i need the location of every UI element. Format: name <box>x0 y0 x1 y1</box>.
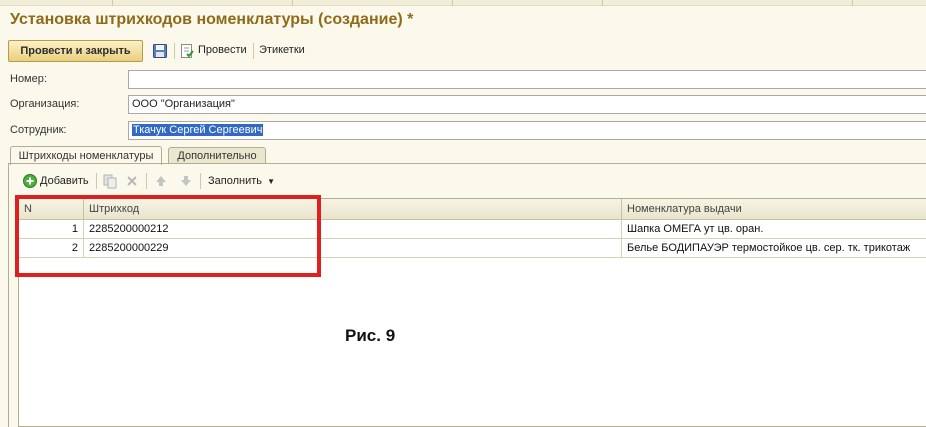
window-top-strip <box>0 0 926 6</box>
chevron-down-icon: ▼ <box>267 177 275 186</box>
fill-button-label: Заполнить <box>208 175 263 187</box>
number-field[interactable] <box>128 70 926 89</box>
post-document-icon[interactable] <box>179 43 195 59</box>
panel-border <box>8 163 9 427</box>
number-label: Номер: <box>10 73 47 85</box>
row-item: Белье БОДИПАУЭР термостойкое цв. сер. тк… <box>627 242 911 254</box>
labels-button[interactable]: Этикетки <box>259 44 305 56</box>
row-item: Шапка ОМЕГА ут цв. оран. <box>627 223 764 235</box>
employee-field[interactable]: Ткачук Сергей Сергеевич <box>128 121 926 140</box>
move-up-icon[interactable] <box>153 173 169 189</box>
figure-caption: Рис. 9 <box>345 326 396 345</box>
delete-icon[interactable] <box>124 173 140 189</box>
floppy-disk-icon[interactable] <box>152 43 168 59</box>
organization-label: Организация: <box>10 98 80 110</box>
column-header-item[interactable]: Номенклатура выдачи <box>622 199 926 220</box>
tab-additional[interactable]: Дополнительно <box>168 147 266 164</box>
highlight-box <box>15 195 321 277</box>
move-down-icon[interactable] <box>178 173 194 189</box>
table-toolbar: Добавить Заполнить ▼ <box>20 171 320 191</box>
tab-divider <box>8 163 926 164</box>
copy-icon[interactable] <box>102 173 118 189</box>
add-button[interactable]: Добавить <box>40 175 89 187</box>
fill-button[interactable]: Заполнить ▼ <box>208 175 275 187</box>
organization-field[interactable]: ООО "Организация" <box>128 95 926 114</box>
employee-value: Ткачук Сергей Сергеевич <box>132 124 264 136</box>
post-and-close-button[interactable]: Провести и закрыть <box>8 40 143 62</box>
employee-label: Сотрудник: <box>10 124 67 136</box>
add-icon[interactable] <box>22 173 38 189</box>
page-title: Установка штрихкодов номенклатуры (созда… <box>10 11 414 28</box>
post-button[interactable]: Провести <box>198 44 247 56</box>
